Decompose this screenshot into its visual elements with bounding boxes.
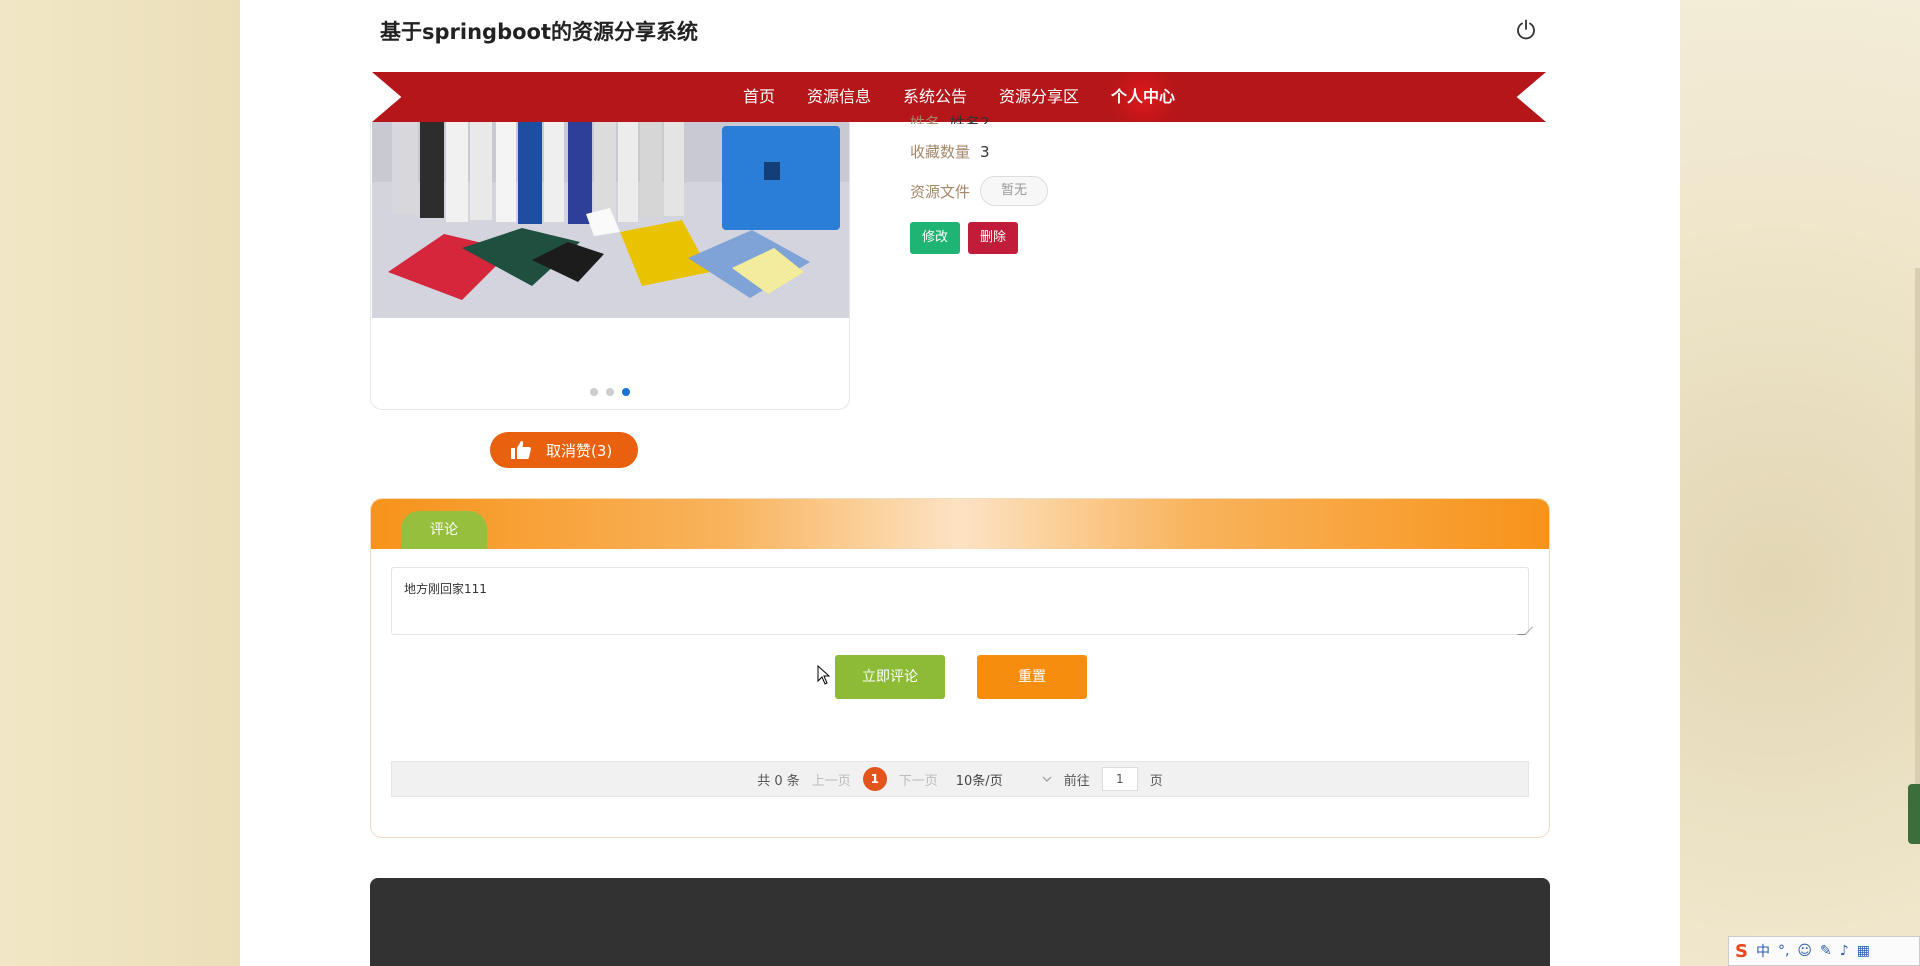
detail-row-partial: 姓名 姓名2 bbox=[910, 112, 990, 124]
nav-item-home[interactable]: 首页 bbox=[727, 72, 791, 122]
page-size-value: 10条/页 bbox=[955, 773, 1003, 789]
pager-current-page[interactable]: 1 bbox=[862, 767, 887, 791]
footer bbox=[370, 878, 1550, 966]
carousel-dot[interactable] bbox=[606, 388, 614, 396]
unlike-label: 取消赞(3) bbox=[546, 441, 613, 460]
delete-button[interactable]: 删除 bbox=[968, 222, 1019, 254]
carousel-dot-active[interactable] bbox=[622, 388, 630, 396]
detail-row-file: 资源文件 暂无 bbox=[910, 176, 1049, 206]
pager-prev[interactable]: 上一页 bbox=[812, 770, 851, 789]
detail-value: 姓名2 bbox=[950, 114, 990, 124]
comment-input[interactable]: 地方刚回家111 bbox=[391, 567, 1529, 635]
sogou-logo-icon[interactable]: S bbox=[1735, 941, 1748, 962]
goto-page-input[interactable]: 1 bbox=[1101, 767, 1138, 791]
comment-panel: 评论 地方刚回家111 立即评论 重置 共 0 条 上一页 1 下一页 10条/… bbox=[370, 498, 1550, 838]
resource-image-card bbox=[370, 122, 850, 410]
side-widget-tab[interactable] bbox=[1908, 784, 1920, 844]
emoji-icon[interactable]: ☺ bbox=[1797, 943, 1812, 959]
tab-comments[interactable]: 评论 bbox=[401, 511, 487, 549]
nav-item-resources[interactable]: 资源信息 bbox=[791, 72, 887, 122]
nav-item-share-area[interactable]: 资源分享区 bbox=[983, 72, 1095, 122]
grid-icon[interactable]: ▦ bbox=[1857, 943, 1870, 959]
power-icon[interactable] bbox=[1514, 18, 1538, 42]
mouse-cursor-icon bbox=[817, 665, 831, 685]
file-none-badge: 暂无 bbox=[980, 176, 1049, 206]
pen-icon[interactable]: ✎ bbox=[1820, 943, 1832, 959]
resource-photo[interactable] bbox=[372, 122, 850, 318]
thumbs-up-icon bbox=[511, 441, 531, 459]
carousel-dots bbox=[371, 388, 849, 396]
microphone-icon[interactable]: ♪ bbox=[1840, 943, 1849, 959]
background-left bbox=[0, 0, 240, 966]
favorites-value: 3 bbox=[980, 143, 990, 161]
carousel-dot[interactable] bbox=[590, 388, 598, 396]
page-size-select[interactable]: 10条/页 bbox=[950, 770, 1052, 789]
favorites-label: 收藏数量 bbox=[910, 143, 971, 161]
page-suffix: 页 bbox=[1149, 773, 1163, 789]
nav-item-personal-center-label: 个人中心 bbox=[1111, 87, 1176, 106]
edit-button[interactable]: 修改 bbox=[910, 222, 961, 254]
comment-header: 评论 bbox=[371, 499, 1549, 549]
detail-label: 姓名 bbox=[910, 114, 941, 124]
reset-button[interactable]: 重置 bbox=[977, 655, 1087, 699]
pagination: 共 0 条 上一页 1 下一页 10条/页 前往 1 页 bbox=[391, 761, 1529, 797]
submit-comment-button[interactable]: 立即评论 bbox=[835, 655, 945, 699]
scrollbar-thumb[interactable] bbox=[1915, 268, 1920, 788]
goto-label: 前往 bbox=[1063, 773, 1090, 789]
ime-mode[interactable]: 中 bbox=[1756, 941, 1770, 961]
file-label: 资源文件 bbox=[910, 182, 971, 201]
background-right bbox=[1680, 0, 1920, 966]
pager-next[interactable]: 下一页 bbox=[899, 770, 938, 789]
nav-item-personal-center[interactable]: 个人中心 bbox=[1095, 72, 1191, 122]
pager-total: 共 0 条 bbox=[757, 773, 800, 789]
site-title: 基于springboot的资源分享系统 bbox=[380, 20, 698, 44]
detail-row-favorites: 收藏数量 3 bbox=[910, 141, 990, 162]
chevron-down-icon bbox=[1042, 776, 1052, 782]
ime-toolbar: S 中 °, ☺ ✎ ♪ ▦ bbox=[1728, 936, 1920, 966]
unlike-button[interactable]: 取消赞(3) bbox=[490, 432, 638, 468]
top-header: 基于springboot的资源分享系统 bbox=[362, 0, 1558, 72]
punctuation-icon[interactable]: °, bbox=[1778, 943, 1789, 959]
